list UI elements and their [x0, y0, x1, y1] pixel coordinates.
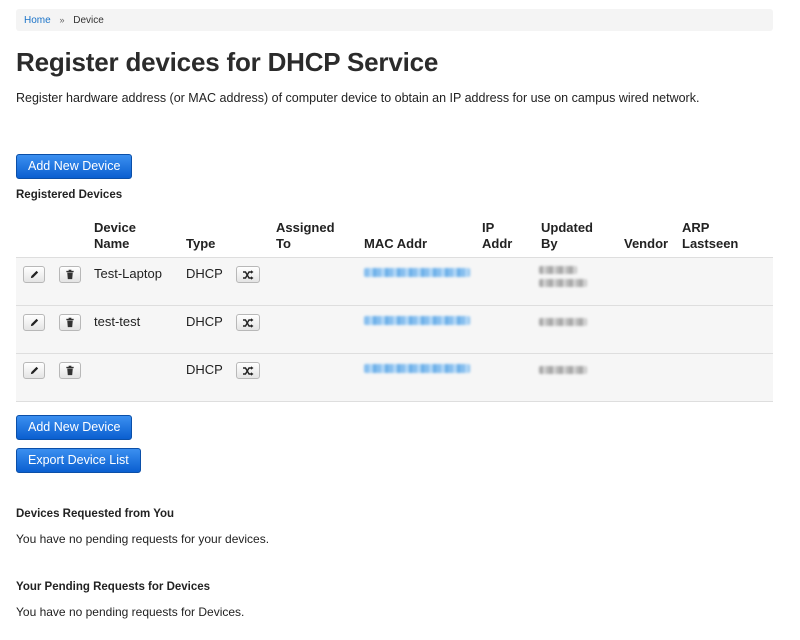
pencil-icon [30, 366, 38, 375]
device-name: Test-Laptop [94, 266, 162, 281]
shuffle-icon [243, 317, 254, 328]
updated-by-redacted [539, 366, 587, 374]
mac-address-redacted [364, 364, 470, 373]
edit-button[interactable] [23, 266, 45, 283]
table-row: Test-Laptop DHCP [16, 257, 773, 305]
shuffle-icon [243, 365, 254, 376]
trash-icon [66, 317, 74, 328]
registered-devices-heading: Registered Devices [16, 189, 123, 201]
export-device-list-button[interactable]: Export Device List [16, 448, 141, 473]
device-type: DHCP [186, 266, 223, 281]
add-new-device-button-bottom[interactable]: Add New Device [16, 415, 133, 440]
requested-from-you-message: You have no pending requests for your de… [16, 532, 270, 546]
breadcrumb: Home » Device [16, 9, 773, 31]
col-updated-by: Updated By [541, 220, 593, 251]
updated-by-redacted [539, 318, 587, 326]
edit-button[interactable] [23, 314, 45, 331]
device-name: test-test [94, 314, 141, 329]
assign-button[interactable] [236, 314, 260, 331]
table-row: DHCP [16, 353, 773, 402]
mac-address-redacted [364, 268, 470, 277]
assign-button[interactable] [236, 362, 260, 379]
col-ip-addr: IP Addr [482, 220, 513, 251]
page-subtitle: Register hardware address (or MAC addres… [16, 91, 700, 105]
trash-icon [66, 365, 74, 376]
your-pending-heading: Your Pending Requests for Devices [16, 581, 211, 593]
breadcrumb-current: Device [73, 15, 104, 26]
page-title: Register devices for DHCP Service [16, 47, 439, 77]
device-type: DHCP [186, 362, 223, 377]
pencil-icon [30, 318, 38, 327]
col-type: Type [186, 236, 216, 251]
delete-button[interactable] [59, 314, 81, 331]
col-mac-addr: MAC Addr [364, 236, 428, 251]
breadcrumb-home-link[interactable]: Home [24, 15, 51, 26]
delete-button[interactable] [59, 266, 81, 283]
updated-by-redacted [539, 279, 587, 287]
add-new-device-button-top[interactable]: Add New Device [16, 154, 133, 179]
breadcrumb-separator: » [59, 15, 65, 25]
devices-table: Device Name Type Assigned To MAC Addr IP… [16, 217, 773, 402]
table-row: test-test DHCP [16, 305, 773, 353]
table-header: Device Name Type Assigned To MAC Addr IP… [16, 217, 773, 257]
col-vendor: Vendor [624, 236, 669, 251]
edit-button[interactable] [23, 362, 45, 379]
delete-button[interactable] [59, 362, 81, 379]
updated-by-redacted [539, 266, 577, 274]
col-arp-lastseen: ARP Lastseen [682, 220, 739, 251]
col-device-name: Device Name [94, 220, 136, 251]
requested-from-you-heading: Devices Requested from You [16, 508, 175, 520]
col-assigned-to: Assigned To [276, 220, 335, 251]
shuffle-icon [243, 269, 254, 280]
your-pending-message: You have no pending requests for Devices… [16, 605, 245, 619]
device-type: DHCP [186, 314, 223, 329]
assign-button[interactable] [236, 266, 260, 283]
pencil-icon [30, 270, 38, 279]
trash-icon [66, 269, 74, 280]
mac-address-redacted [364, 316, 470, 325]
